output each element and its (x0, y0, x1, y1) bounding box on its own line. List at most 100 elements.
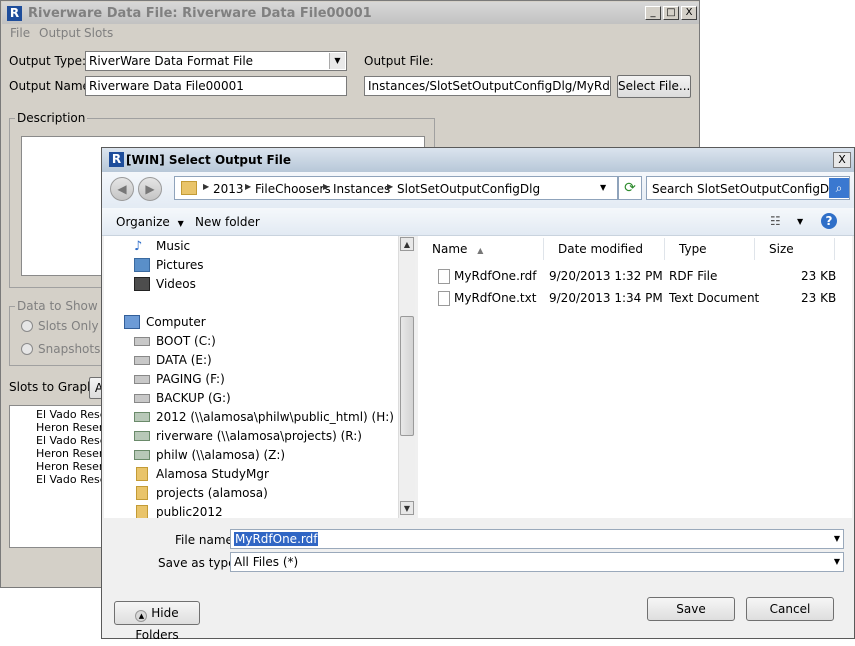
folder-icon (181, 181, 197, 195)
nav-item-label: Pictures (156, 258, 204, 272)
column-header-date-modified[interactable]: Date modified (544, 238, 665, 260)
select-file-button[interactable]: Select File... (617, 75, 691, 98)
drive-icon (134, 375, 150, 384)
navigation-pane[interactable]: ♪ Music Pictures Videos Computer BOOT (C… (104, 236, 414, 518)
search-icon[interactable]: ⌕ (829, 178, 849, 198)
column-header-size[interactable]: Size (755, 238, 835, 260)
list-item[interactable]: El Vado Reser (36, 408, 111, 421)
slots-to-graph-label: Slots to Graph: (9, 380, 99, 394)
file-name: MyRdfOne.txt (454, 291, 537, 305)
riverware-logo-icon: R (109, 152, 124, 167)
search-placeholder: Search SlotSetOutputConfigDlg (652, 182, 841, 196)
scroll-up-icon[interactable]: ▲ (400, 237, 414, 251)
description-label: Description (15, 111, 88, 125)
nav-item-label: public2012 (156, 505, 223, 518)
file-type: RDF File (669, 269, 718, 283)
cancel-button[interactable]: Cancel (746, 597, 834, 621)
help-icon[interactable]: ? (821, 213, 837, 229)
column-header-name[interactable]: Name ▲ (418, 238, 544, 260)
chevron-right-icon: ▶ (387, 182, 394, 191)
menu-bar: File Output Slots (2, 24, 699, 42)
music-icon: ♪ (134, 239, 143, 254)
nav-item-label: philw (\\alamosa) (Z:) (156, 448, 286, 462)
navigation-scrollbar[interactable]: ▲ ▼ (398, 236, 415, 518)
address-bar[interactable]: ▶ 2013 ▶ FileChoosers ▶ Instances ▶ Slot… (174, 176, 618, 200)
new-folder-button[interactable]: New folder (195, 215, 260, 229)
file-name-input[interactable]: MyRdfOne.rdf ▼ (230, 529, 844, 549)
chevron-down-icon[interactable]: ▼ (834, 534, 840, 543)
list-item[interactable]: El Vado Reser (36, 473, 111, 486)
hide-folders-button[interactable]: ▲ Hide Folders (114, 601, 200, 642)
file-list-pane[interactable]: Name ▲ Date modified Type Size MyRdfOne.… (418, 236, 852, 518)
chevron-down-icon: ▼ (833, 557, 840, 566)
breadcrumb-2013[interactable]: 2013 (213, 182, 244, 196)
output-file-label: Output File: (364, 54, 434, 68)
list-item[interactable]: Heron Reserv (36, 460, 110, 473)
minimize-button[interactable]: _ (645, 6, 661, 20)
list-item[interactable]: Heron Reserv (36, 421, 110, 434)
file-date: 9/20/2013 1:32 PM (549, 269, 663, 283)
title-bar: R Riverware Data File: Riverware Data Fi… (2, 2, 699, 24)
save-button[interactable]: Save (647, 597, 735, 621)
chevron-up-icon: ▲ (135, 610, 148, 622)
column-label: Name (432, 242, 468, 256)
nav-item-label: Alamosa StudyMgr (156, 467, 269, 481)
output-type-value: RiverWare Data Format File (89, 54, 254, 68)
view-dropdown-icon[interactable]: ▼ (797, 217, 803, 226)
search-input[interactable]: Search SlotSetOutputConfigDlg ⌕ (646, 176, 850, 200)
nav-item-label: 2012 (\\alamosa\philw\public_html) (H:) (156, 410, 394, 424)
organize-button[interactable]: Organize ▼ (116, 215, 184, 229)
list-item[interactable]: Heron Reserv (36, 447, 110, 460)
drive-icon (134, 356, 150, 365)
menu-file[interactable]: File (10, 26, 30, 40)
scrollbar-thumb[interactable] (400, 316, 414, 436)
breadcrumb-instances[interactable]: Instances (333, 182, 390, 196)
slots-list[interactable]: El Vado Reser Heron Reserv El Vado Reser… (9, 405, 111, 548)
column-header-type[interactable]: Type (665, 238, 755, 260)
network-drive-icon (134, 450, 150, 460)
breadcrumb-filechoosers[interactable]: FileChoosers (255, 182, 331, 196)
list-item[interactable]: El Vado Reser (36, 434, 111, 447)
output-name-input[interactable]: Riverware Data File00001 (85, 76, 347, 96)
file-name-value: MyRdfOne.rdf (234, 532, 319, 546)
address-dropdown-icon[interactable]: ▼ (600, 183, 606, 192)
forward-button[interactable]: ▶ (138, 177, 162, 201)
folder-icon (136, 505, 148, 518)
snapshots-radio[interactable] (21, 343, 33, 355)
maximize-button[interactable]: □ (663, 6, 679, 20)
file-size: 23 KB (801, 269, 837, 283)
riverware-logo-icon: R (7, 6, 22, 21)
chevron-down-icon: ▼ (177, 219, 184, 228)
view-options-icon[interactable]: ☷ (770, 214, 781, 228)
file-date: 9/20/2013 1:34 PM (549, 291, 663, 305)
output-name-value: Riverware Data File00001 (89, 79, 244, 93)
slots-only-radio[interactable] (21, 320, 33, 332)
close-button[interactable]: X (681, 6, 697, 20)
menu-slots[interactable]: Slots (84, 26, 113, 40)
nav-item-label: BOOT (C:) (156, 334, 216, 348)
output-file-input[interactable]: Instances/SlotSetOutputConfigDlg/MyRdfOn… (364, 76, 611, 96)
nav-item-label: BACKUP (G:) (156, 391, 231, 405)
scroll-down-icon[interactable]: ▼ (400, 501, 414, 515)
menu-output[interactable]: Output (39, 26, 81, 40)
back-button[interactable]: ◀ (110, 177, 134, 201)
nav-item-label: projects (alamosa) (156, 486, 268, 500)
file-name: MyRdfOne.rdf (454, 269, 537, 283)
folder-icon (136, 486, 148, 500)
table-row[interactable]: MyRdfOne.txt 9/20/2013 1:34 PM Text Docu… (418, 288, 852, 310)
save-as-type-select[interactable]: All Files (*) ▼ (230, 552, 844, 572)
text-file-icon (438, 291, 450, 306)
nav-item-label: Computer (146, 315, 206, 329)
table-row[interactable]: MyRdfOne.rdf 9/20/2013 1:32 PM RDF File … (418, 266, 852, 288)
output-type-select[interactable]: RiverWare Data Format File ▼ (85, 51, 347, 71)
dialog-close-button[interactable]: X (833, 152, 851, 168)
network-drive-icon (134, 412, 150, 422)
nav-item-label: Music (156, 239, 191, 253)
refresh-icon[interactable]: ⟳ (618, 176, 642, 200)
file-name-label: File name: (175, 533, 237, 547)
select-output-file-dialog: R [WIN] Select Output File X ◀ ▶ ▶ 2013 … (101, 147, 855, 642)
organize-label: Organize (116, 215, 170, 229)
nav-item-label: PAGING (F:) (156, 372, 225, 386)
breadcrumb-slotsetoutputconfigdlg[interactable]: SlotSetOutputConfigDlg (397, 182, 540, 196)
save-as-type-value: All Files (*) (234, 555, 299, 569)
